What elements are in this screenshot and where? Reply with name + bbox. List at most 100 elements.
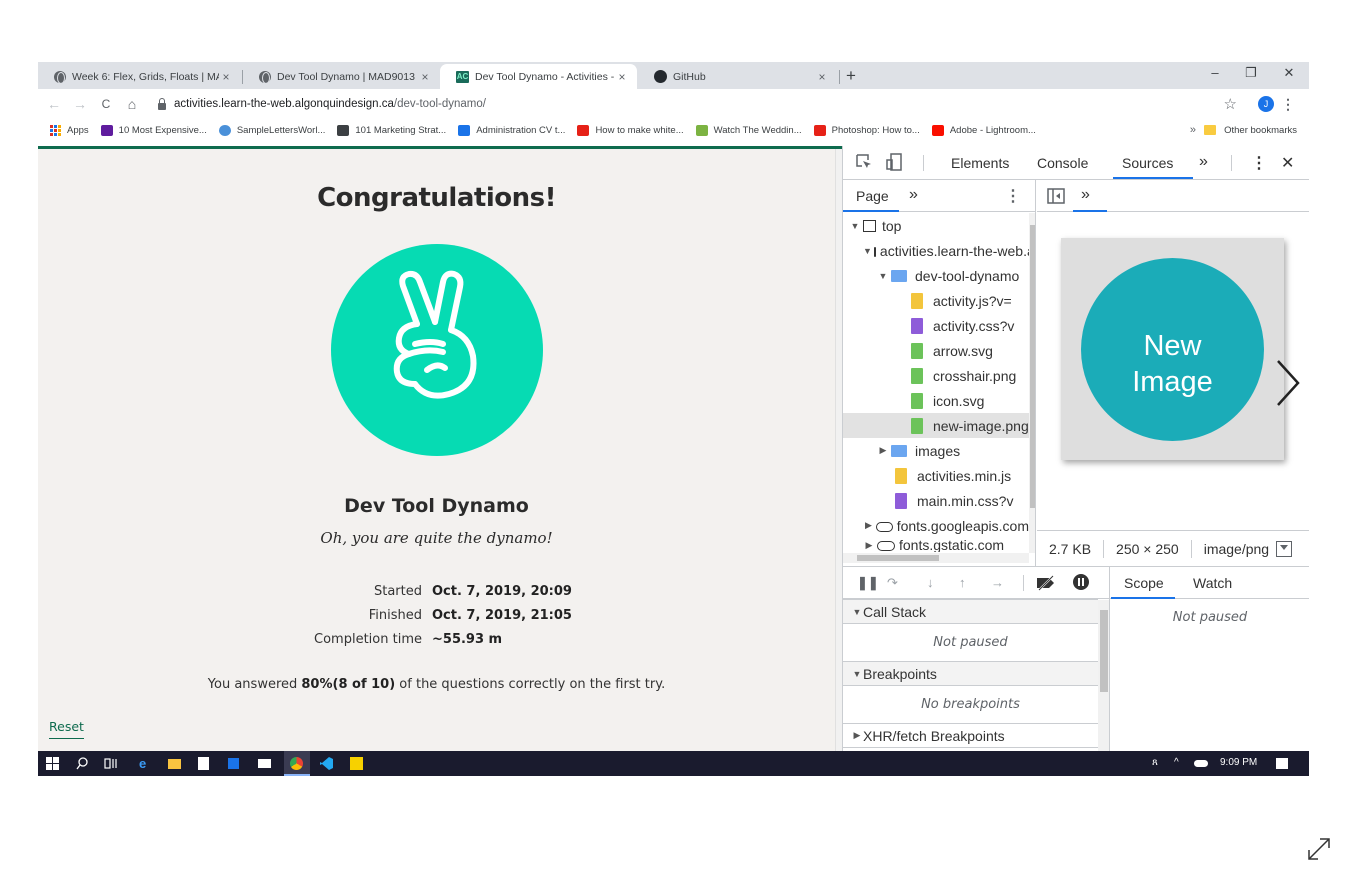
call-stack-header[interactable]: ▼ Call Stack (843, 599, 1098, 624)
profile-avatar[interactable]: J (1258, 96, 1274, 112)
new-tab-button[interactable]: + (846, 66, 856, 86)
media-player-icon[interactable] (228, 758, 239, 769)
tree-node-file[interactable]: activity.js?v= (843, 288, 1029, 313)
bookmark-item[interactable]: SampleLettersWorl... (218, 124, 325, 136)
reload-button[interactable]: C (96, 97, 116, 111)
navigator-scroll-thumb[interactable] (1030, 225, 1035, 508)
tree-node-file[interactable]: crosshair.png (843, 363, 1029, 388)
close-tab-icon[interactable]: × (615, 70, 629, 84)
chevron-right-icon[interactable] (1274, 358, 1302, 411)
vscode-icon[interactable] (320, 757, 333, 770)
reset-link[interactable]: Reset (49, 719, 84, 739)
bookmark-item[interactable]: Watch The Weddin... (695, 124, 802, 136)
home-button[interactable]: ⌂ (122, 96, 142, 112)
tab-console[interactable]: Console (1037, 155, 1088, 171)
window-close-button[interactable]: ✕ (1274, 65, 1304, 81)
navigator-more-button[interactable]: » (909, 186, 918, 204)
tab-scope[interactable]: Scope (1124, 575, 1164, 591)
pause-icon[interactable]: ❚❚ (857, 575, 879, 591)
sticky-notes-icon[interactable] (350, 757, 363, 770)
tree-node-file[interactable]: activity.css?v (843, 313, 1029, 338)
tree-node-file-selected[interactable]: new-image.png (843, 413, 1029, 438)
search-icon[interactable] (76, 757, 89, 770)
file-explorer-icon[interactable] (168, 759, 181, 769)
tree-node-file[interactable]: activities.min.js (843, 463, 1029, 488)
windows-start-icon[interactable] (46, 757, 59, 770)
browser-tab-activities[interactable]: AC Dev Tool Dynamo - Activities - Le × (440, 64, 637, 89)
other-bookmarks[interactable]: Other bookmarks (1204, 125, 1297, 136)
pause-on-exceptions-icon[interactable] (1072, 573, 1090, 594)
people-icon[interactable]: ጸ (1152, 757, 1158, 768)
collapsed-triangle-icon: ▶ (853, 730, 861, 740)
devtools-close-button[interactable]: ✕ (1281, 153, 1294, 173)
step-into-icon[interactable]: ↓ (927, 575, 934, 590)
page-scrollbar[interactable] (835, 149, 842, 751)
close-tab-icon[interactable]: × (219, 70, 233, 84)
tree-node-file[interactable]: arrow.svg (843, 338, 1029, 363)
close-tab-icon[interactable]: × (815, 70, 829, 84)
download-icon[interactable] (1275, 540, 1292, 557)
tree-node-domain[interactable]: ▶ fonts.gstatic.com (843, 538, 1029, 552)
bookmark-item[interactable]: Administration CV t... (458, 124, 565, 136)
edge-icon[interactable]: e (139, 757, 152, 770)
tree-node-file[interactable]: main.min.css?v (843, 488, 1029, 513)
navigator-menu-icon[interactable]: ⋮ (1005, 186, 1021, 206)
step-icon[interactable]: → (991, 575, 1004, 590)
tab-elements[interactable]: Elements (951, 155, 1009, 171)
debugger-sidebar-scroll-thumb[interactable] (1100, 610, 1108, 692)
show-hidden-icons-button[interactable]: ^ (1174, 757, 1179, 768)
bookmarks-overflow-button[interactable]: » (1190, 124, 1196, 136)
bookmark-item[interactable]: How to make white... (577, 124, 684, 136)
tab-sources[interactable]: Sources (1122, 155, 1173, 171)
xhr-breakpoints-header[interactable]: ▶ XHR/fetch Breakpoints (843, 723, 1098, 748)
bookmark-item[interactable]: Adobe - Lightroom... (931, 124, 1036, 136)
forward-button[interactable]: → (70, 96, 90, 112)
chrome-menu-icon[interactable]: ⋮ (1281, 96, 1295, 113)
browser-tab-week6[interactable]: Week 6: Flex, Grids, Floats | MAD × (38, 64, 241, 89)
image-file-icon (911, 417, 923, 434)
back-button[interactable]: ← (44, 96, 64, 112)
stat-label: Completion time (314, 631, 422, 647)
tree-node-folder[interactable]: ▶ images (843, 438, 1029, 463)
tree-node-domain[interactable]: ▶ fonts.googleapis.com (843, 513, 1029, 538)
taskbar-clock[interactable]: 9:09 PM (1220, 757, 1257, 768)
tree-node-file[interactable]: icon.svg (843, 388, 1029, 413)
peace-hand-icon (393, 270, 477, 399)
inspect-element-icon[interactable] (855, 153, 873, 175)
more-tabs-button[interactable]: » (1199, 153, 1208, 171)
browser-tab-github[interactable]: GitHub × (638, 64, 837, 89)
action-center-icon[interactable] (1276, 758, 1288, 769)
tree-node-domain[interactable]: ▼ activities.learn-the-web.algonquindesig… (843, 238, 1029, 263)
tree-node-top[interactable]: ▼ top (843, 213, 1029, 238)
bookmark-item[interactable]: Photoshop: How to... (813, 124, 920, 136)
mail-icon[interactable] (258, 759, 271, 768)
bookmark-apps[interactable]: Apps (50, 124, 89, 136)
bookmark-item[interactable]: 101 Marketing Strat... (337, 124, 446, 136)
step-out-icon[interactable]: ↑ (959, 575, 966, 590)
tab-watch[interactable]: Watch (1193, 575, 1232, 591)
address-bar[interactable]: activities.learn-the-web.algonquindesign… (174, 98, 486, 110)
browser-tab-dev-tool-dynamo[interactable]: Dev Tool Dynamo | MAD9013 × (243, 64, 440, 89)
navigator-tab-page[interactable]: Page (856, 188, 889, 204)
close-tab-icon[interactable]: × (418, 70, 432, 84)
editor-more-button[interactable]: » (1081, 186, 1090, 204)
devtools-menu-icon[interactable]: ⋮ (1251, 153, 1267, 173)
task-view-icon[interactable] (104, 757, 117, 770)
expand-icon[interactable] (1306, 836, 1332, 865)
minimize-button[interactable]: – (1200, 65, 1230, 80)
bookmark-star-icon[interactable]: ☆ (1224, 95, 1237, 113)
toggle-navigator-icon[interactable] (1047, 188, 1065, 207)
deactivate-breakpoints-icon[interactable] (1035, 575, 1057, 594)
onedrive-cloud-icon[interactable] (1194, 760, 1208, 767)
breakpoints-header[interactable]: ▼ Breakpoints (843, 661, 1098, 686)
step-over-icon[interactable]: ↷ (887, 575, 898, 591)
bookmark-item[interactable]: 10 Most Expensive... (100, 124, 207, 136)
lock-icon[interactable] (158, 97, 166, 110)
chrome-taskbar-button[interactable] (284, 751, 310, 776)
device-toolbar-icon[interactable] (885, 153, 903, 175)
tree-node-folder[interactable]: ▼ dev-tool-dynamo (843, 263, 1029, 288)
navigator-horizontal-thumb[interactable] (857, 555, 939, 561)
store-icon[interactable] (198, 757, 209, 770)
site-icon (337, 124, 350, 136)
restore-button[interactable]: ❐ (1236, 65, 1266, 81)
